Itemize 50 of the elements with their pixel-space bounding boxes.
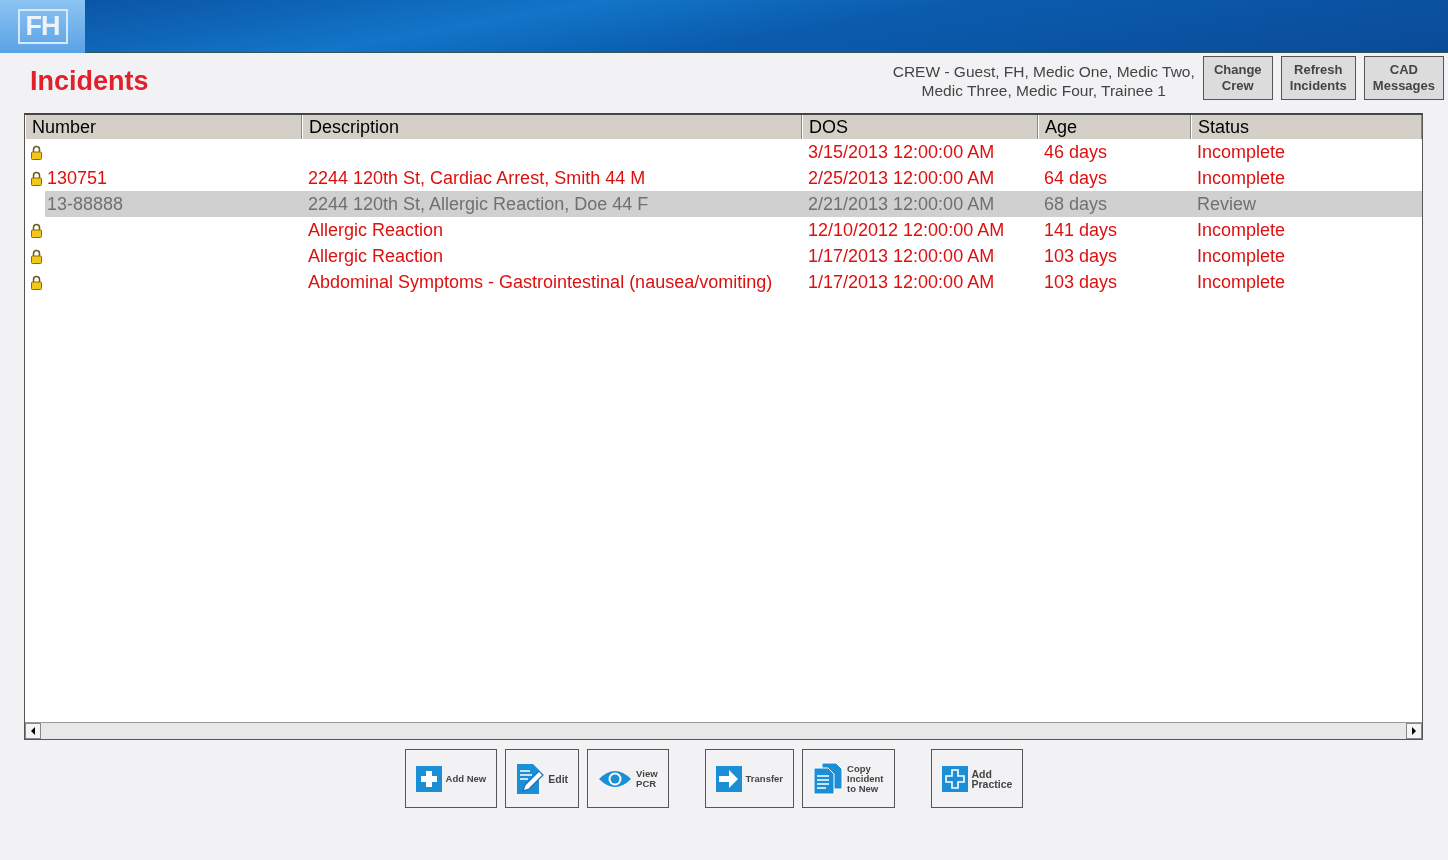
table-cell-text: 64 days [1043,167,1109,190]
table-cell-text: Incomplete [1196,245,1287,268]
action-button[interactable]: Copy Incident to New [802,749,895,808]
page-title: Incidents [30,65,149,98]
app-logo: FH [17,9,68,44]
table-cell-text: 12/10/2012 12:00:00 AM [807,219,1006,242]
plus-icon [941,765,968,792]
action-button[interactable]: Add New [404,749,498,808]
column-header[interactable]: Age [1038,115,1191,139]
table-cell-text: Abdominal Symptoms - Gastrointestinal (nausea/vomiting) [307,271,774,294]
table-cell-text: 1/17/2013 12:00:00 AM [807,271,996,294]
action-button[interactable]: Add Practice [930,749,1024,808]
table-cell-text: 103 days [1043,245,1119,268]
column-header[interactable]: Description [302,115,802,139]
action-button[interactable]: Edit [505,749,580,808]
document-pencil-icon [516,762,545,795]
action-button[interactable]: View PCR [587,749,669,808]
toolbar-button[interactable]: Refresh Incidents [1280,56,1356,100]
action-button[interactable]: Transfer [704,749,795,808]
plus-icon [415,765,442,792]
column-header[interactable]: DOS [802,115,1038,139]
table-cell-text: Allergic Reaction [307,219,445,242]
column-header[interactable]: Status [1191,115,1422,139]
table-cell-text: Incomplete [1196,141,1287,164]
toolbar-button[interactable]: CAD Messages [1363,56,1444,100]
table-cell-text: Incomplete [1196,271,1287,294]
table-cell: Review [1191,191,1422,217]
table-cell-text: Incomplete [1196,167,1287,190]
table-cell-text: Incomplete [1196,219,1287,242]
table-cell-text: 103 days [1043,271,1119,294]
scroll-right-icon[interactable] [1406,723,1422,739]
table-cell: 2/21/2013 12:00:00 AM [802,191,1038,217]
crew-list: CREW - Guest, FH, Medic One, Medic Two, Medic Three, Medic Four, Trainee 1 [892,62,1195,100]
table-cell: 2244 120th St, Allergic Reaction, Doe 44 F [302,191,802,217]
table-cell-text: Allergic Reaction [307,245,445,268]
table-cell-text: 1/17/2013 12:00:00 AM [807,245,996,268]
table-cell-text: 2/25/2013 12:00:00 AM [807,167,996,190]
horizontal-scrollbar[interactable] [25,722,1422,739]
table-cell: 68 days [1038,191,1191,217]
table-cell-text: 2244 120th St, Cardiac Arrest, Smith 44 M [307,167,647,190]
table-cell-text: 130751 [46,167,109,190]
table-cell-text: 46 days [1043,141,1109,164]
table-cell-text: 141 days [1043,219,1119,242]
column-header[interactable]: Number [25,115,302,139]
toolbar-button[interactable]: Change Crew [1202,56,1273,100]
eye-icon [598,768,633,789]
table-cell: 13-88888 [45,191,302,217]
table-cell-text: 3/15/2013 12:00:00 AM [807,141,996,164]
scroll-left-icon[interactable] [25,723,41,739]
documents-icon [813,762,844,795]
